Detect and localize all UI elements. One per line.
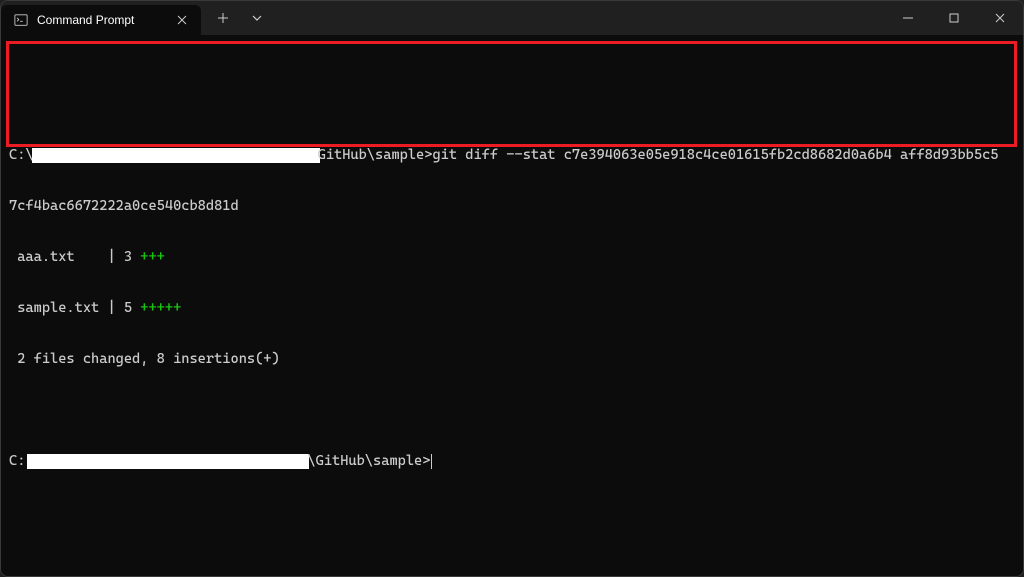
diff-insertions-1: +++ <box>140 249 165 265</box>
tab-command-prompt[interactable]: Command Prompt <box>1 5 201 35</box>
diff-summary: 2 files changed, 8 insertions(+) <box>9 351 1015 368</box>
diff-line-1: aaa.txt | 3 +++ <box>9 249 1015 266</box>
new-tab-button[interactable] <box>207 3 239 33</box>
titlebar: Command Prompt <box>1 1 1023 35</box>
minimize-button[interactable] <box>885 1 931 35</box>
terminal-output[interactable]: C:\GitHub\sample>git diff --stat c7e3940… <box>1 35 1023 576</box>
diff-file-1: aaa.txt | 3 <box>9 249 140 265</box>
prompt-drive: C:\ <box>9 147 34 163</box>
prompt2-drive: C: <box>9 453 25 469</box>
close-button[interactable] <box>977 1 1023 35</box>
redacted-path-2 <box>27 454 309 469</box>
tab-dropdown-button[interactable] <box>241 3 273 33</box>
tabbar-actions <box>201 1 273 35</box>
cmd-icon <box>13 12 29 28</box>
command-line-1: C:\ GitHub\sample>git diff --stat c7e3940… <box>9 147 1015 164</box>
tab-close-button[interactable] <box>173 11 191 29</box>
command-line-2: 7cf4bac6672222a0ce540cb8d81d <box>9 198 1015 215</box>
titlebar-drag-area[interactable] <box>273 1 885 35</box>
current-prompt-line: C: \GitHub\sample> <box>9 453 1015 470</box>
prompt-path-suffix: GitHub\sample> <box>318 147 433 163</box>
text-cursor <box>431 454 432 469</box>
diff-file-2: sample.txt | 5 <box>9 300 140 316</box>
maximize-button[interactable] <box>931 1 977 35</box>
annotation-highlight <box>6 41 1017 147</box>
prompt2-path-suffix: \GitHub\sample> <box>307 453 430 469</box>
redacted-path-1 <box>32 148 320 163</box>
git-command-part1: git diff --stat c7e394063e05e918c4ce0161… <box>432 147 998 163</box>
terminal-window: Command Prompt <box>0 0 1024 577</box>
tab-title: Command Prompt <box>37 13 165 27</box>
diff-line-2: sample.txt | 5 +++++ <box>9 300 1015 317</box>
diff-insertions-2: +++++ <box>140 300 181 316</box>
window-controls <box>885 1 1023 35</box>
